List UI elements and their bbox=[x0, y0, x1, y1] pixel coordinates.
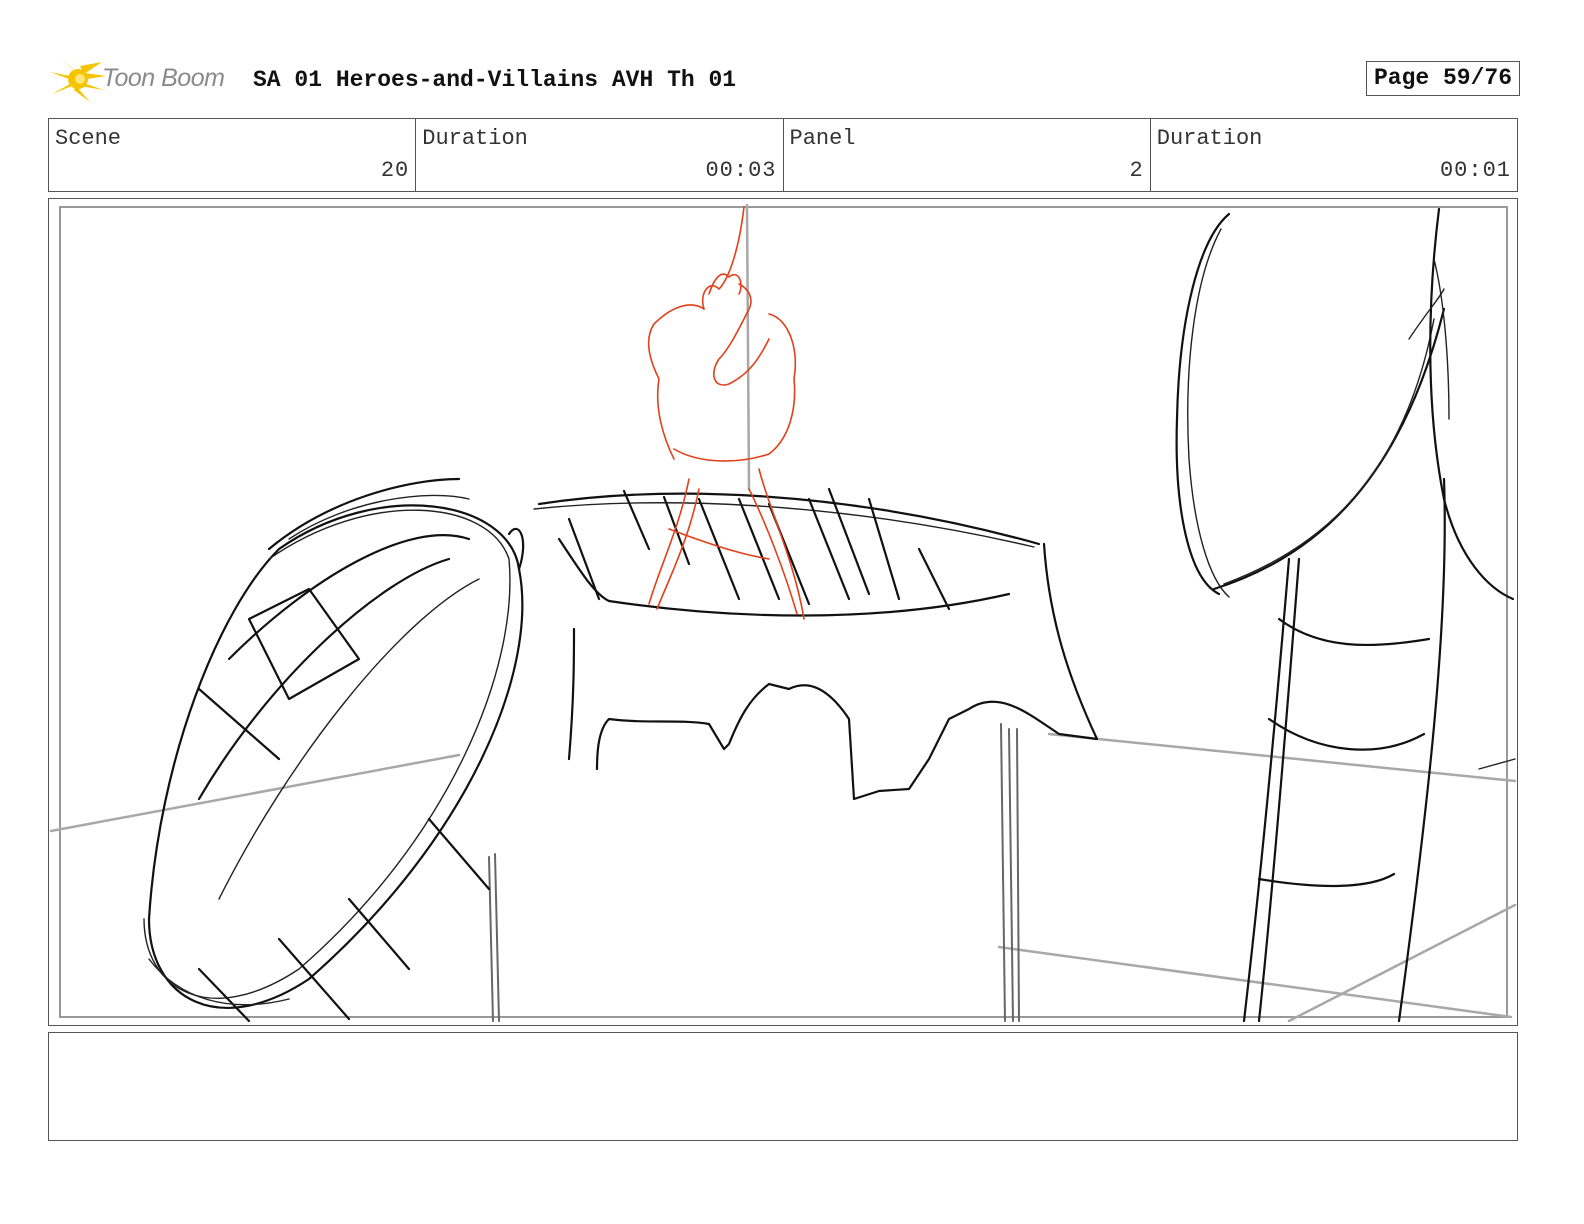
toon-boom-logo: Toon Boom bbox=[50, 54, 240, 106]
page-number: Page 59/76 bbox=[1365, 61, 1520, 96]
scene-duration-cell: Duration 00:03 bbox=[416, 119, 784, 191]
character-sketch bbox=[647, 206, 805, 620]
trash-hatching bbox=[567, 487, 951, 611]
panel-duration-value: 00:01 bbox=[1439, 158, 1511, 183]
panel-duration-cell: Duration 00:01 bbox=[1151, 119, 1517, 191]
panel-duration-label: Duration bbox=[1156, 126, 1263, 151]
safe-area-frame bbox=[59, 206, 1508, 1018]
storyboard-panel bbox=[48, 198, 1518, 1026]
starburst-icon bbox=[50, 58, 106, 102]
panel-label: Panel bbox=[789, 126, 856, 151]
scene-info-row: Scene 20 Duration 00:03 Panel 2 Duration… bbox=[48, 118, 1518, 192]
panel-cell: Panel 2 bbox=[784, 119, 1151, 191]
logo-text: Toon Boom bbox=[102, 64, 225, 92]
scene-value: 20 bbox=[380, 158, 410, 183]
foreground-figure bbox=[1175, 207, 1516, 1023]
document-title: SA 01 Heroes-and-Villains AVH Th 01 bbox=[253, 67, 737, 93]
scene-duration-value: 00:03 bbox=[705, 158, 777, 183]
page-header: Toon Boom SA 01 Heroes-and-Villains AVH … bbox=[50, 54, 1520, 106]
scene-cell: Scene 20 bbox=[49, 119, 417, 191]
scene-duration-label: Duration bbox=[422, 126, 528, 151]
panel-value: 2 bbox=[1129, 158, 1144, 183]
trash-can-lid bbox=[143, 477, 524, 1023]
panel-notes bbox=[48, 1032, 1518, 1141]
panel-sketch bbox=[49, 203, 1517, 1023]
scene-label: Scene bbox=[55, 126, 122, 151]
